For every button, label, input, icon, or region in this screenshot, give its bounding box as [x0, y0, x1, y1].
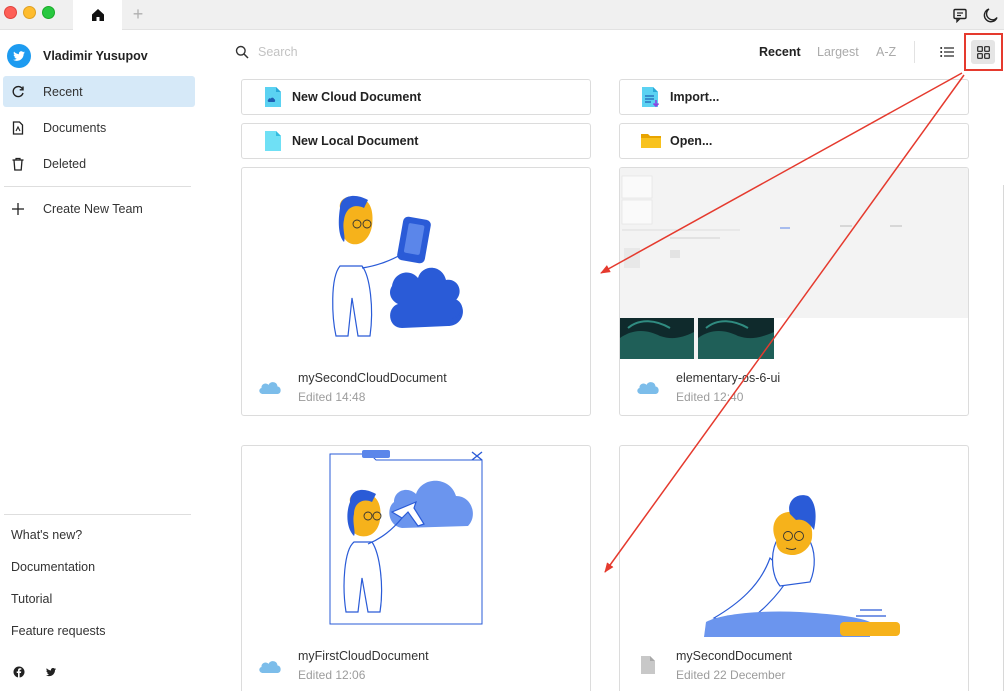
- annotation-highlight-box: [964, 33, 1003, 71]
- app-window: + Vladimir Yusupov Recent Documents Dele…: [0, 0, 1004, 691]
- document-card[interactable]: elementary-os-6-ui Edited 12:40: [619, 167, 969, 416]
- sidebar-divider: [4, 514, 191, 515]
- user-name: Vladimir Yusupov: [43, 49, 148, 63]
- list-view-button[interactable]: [935, 40, 959, 64]
- import-button[interactable]: Import...: [619, 79, 969, 115]
- action-label: Open...: [670, 134, 713, 148]
- list-view-icon: [940, 47, 954, 57]
- document-name: myFirstCloudDocument: [298, 649, 429, 663]
- create-team-label: Create New Team: [43, 201, 143, 216]
- cloud-icon: [256, 656, 284, 676]
- new-local-document-button[interactable]: New Local Document: [241, 123, 591, 159]
- sort-recent[interactable]: Recent: [759, 45, 801, 59]
- sidebar-item-documents[interactable]: Documents: [3, 112, 195, 143]
- document-thumbnail: [242, 168, 590, 359]
- action-label: Import...: [670, 90, 720, 104]
- documentation-link[interactable]: Documentation: [11, 560, 95, 574]
- document-thumbnail: [620, 168, 968, 359]
- facebook-icon[interactable]: [13, 666, 25, 678]
- person-sliding-illustration: [704, 495, 900, 637]
- toolbar-divider: [914, 41, 915, 63]
- feedback-icon: [953, 8, 967, 23]
- sort-largest[interactable]: Largest: [817, 45, 859, 59]
- document-card[interactable]: mySecondCloudDocument Edited 14:48: [241, 167, 591, 416]
- folder-icon: [640, 130, 662, 152]
- twitter-icon[interactable]: [45, 666, 57, 678]
- import-icon: [640, 86, 662, 108]
- moon-icon: [983, 8, 998, 23]
- person-uploading-cloud-illustration: [329, 450, 483, 625]
- open-button[interactable]: Open...: [619, 123, 969, 159]
- dark-mode-button[interactable]: [981, 5, 1001, 25]
- cloud-icon: [634, 377, 662, 397]
- search-icon: [235, 45, 249, 59]
- search-input[interactable]: [258, 43, 558, 61]
- sidebar-item-label: Documents: [43, 120, 107, 135]
- add-tab-button[interactable]: +: [128, 4, 148, 24]
- user-profile[interactable]: Vladimir Yusupov: [7, 44, 148, 68]
- close-window-button[interactable]: [4, 6, 17, 19]
- title-bar: +: [0, 0, 1004, 30]
- whats-new-link[interactable]: What's new?: [11, 528, 82, 542]
- sidebar-item-deleted[interactable]: Deleted: [3, 148, 195, 179]
- feedback-button[interactable]: [950, 5, 970, 25]
- action-label: New Cloud Document: [292, 90, 422, 104]
- local-document-icon: [262, 130, 284, 152]
- cloud-icon: [256, 377, 284, 397]
- sort-a-z[interactable]: A-Z: [876, 45, 896, 59]
- cloud-document-icon: [262, 86, 284, 108]
- document-thumbnail: [242, 446, 590, 637]
- sidebar-item-label: Deleted: [43, 156, 87, 171]
- refresh-icon: [10, 84, 26, 100]
- document-edited-time: Edited 22 December: [676, 668, 786, 682]
- sidebar-item-label: Recent: [43, 84, 83, 99]
- document-edited-time: Edited 14:48: [298, 390, 366, 404]
- create-new-team-button[interactable]: Create New Team: [3, 193, 195, 224]
- avatar: [7, 44, 31, 68]
- sidebar-item-recent[interactable]: Recent: [3, 76, 195, 107]
- trash-icon: [10, 156, 26, 172]
- document-card[interactable]: mySecondDocument Edited 22 December: [619, 445, 969, 691]
- document-icon: [10, 120, 26, 136]
- document-thumbnail: [620, 446, 968, 637]
- maximize-window-button[interactable]: [42, 6, 55, 19]
- home-tab[interactable]: [73, 0, 122, 30]
- document-name: mySecondCloudDocument: [298, 371, 447, 385]
- twitter-bird-icon: [13, 51, 25, 61]
- document-card[interactable]: myFirstCloudDocument Edited 12:06: [241, 445, 591, 691]
- sidebar: Vladimir Yusupov Recent Documents Delete…: [0, 31, 200, 691]
- document-edited-time: Edited 12:06: [298, 668, 366, 682]
- ui-screenshot-preview: [620, 168, 968, 359]
- person-phone-cloud-illustration: [332, 195, 463, 337]
- tutorial-link[interactable]: Tutorial: [11, 592, 52, 606]
- home-icon: [91, 9, 104, 21]
- feature-requests-link[interactable]: Feature requests: [11, 624, 106, 638]
- new-cloud-document-button[interactable]: New Cloud Document: [241, 79, 591, 115]
- local-file-icon: [634, 655, 662, 675]
- document-edited-time: Edited 12:40: [676, 390, 744, 404]
- document-name: mySecondDocument: [676, 649, 793, 663]
- plus-icon: [10, 201, 26, 217]
- sidebar-divider: [4, 186, 191, 187]
- document-name: elementary-os-6-ui: [676, 371, 781, 385]
- minimize-window-button[interactable]: [23, 6, 36, 19]
- action-label: New Local Document: [292, 134, 419, 148]
